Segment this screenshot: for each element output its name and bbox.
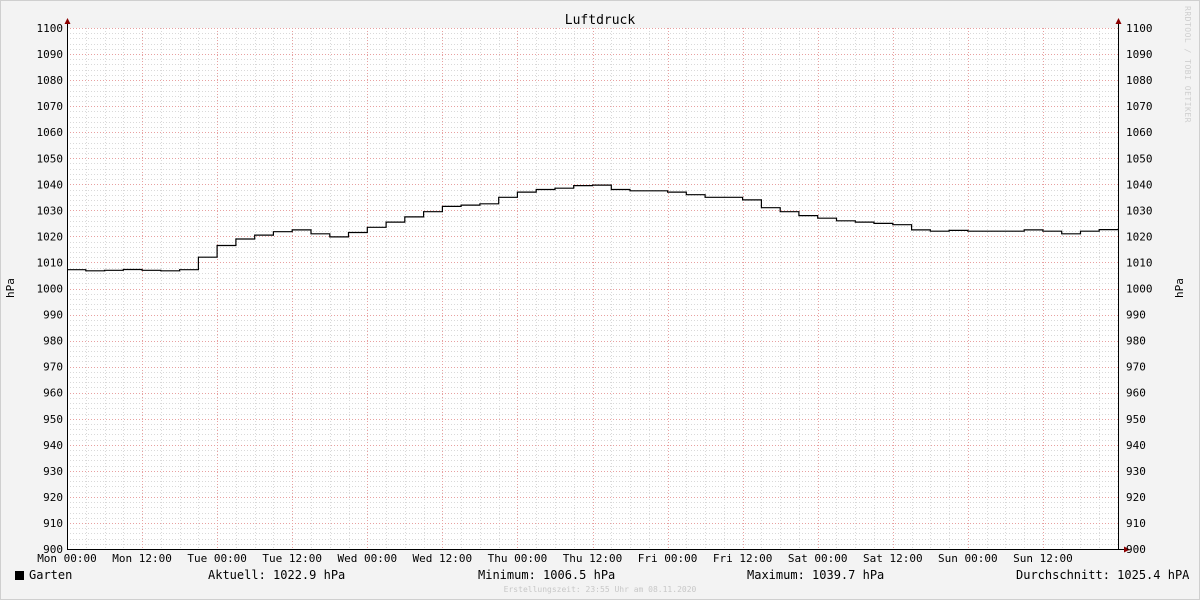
y-tick-label: 1070 bbox=[37, 100, 64, 113]
chart-title: Luftdruck bbox=[565, 13, 636, 28]
y-tick-label: 960 bbox=[43, 387, 63, 400]
y-tick-label: 920 bbox=[1126, 491, 1146, 504]
legend-series-name: Garten bbox=[29, 568, 73, 582]
y-tick-label: 990 bbox=[1126, 309, 1146, 322]
y-tick-label: 1040 bbox=[37, 178, 64, 191]
y-tick-label: 910 bbox=[43, 517, 63, 530]
x-tick-label: Sun 00:00 bbox=[938, 552, 998, 565]
x-tick-label: Tue 12:00 bbox=[262, 552, 322, 565]
y-tick-label: 990 bbox=[43, 309, 63, 322]
y-tick-label: 1040 bbox=[1126, 178, 1153, 191]
y-tick-label: 1080 bbox=[1126, 74, 1153, 87]
y-tick-label: 1030 bbox=[1126, 204, 1153, 217]
y-tick-label: 940 bbox=[43, 439, 63, 452]
y-tick-label: 930 bbox=[43, 465, 63, 478]
legend-series: Garten bbox=[15, 568, 72, 582]
y-tick-label: 1010 bbox=[1126, 256, 1153, 269]
x-tick-label: Sun 12:00 bbox=[1013, 552, 1073, 565]
y-tick-label: 1050 bbox=[37, 152, 64, 165]
y-tick-label: 1050 bbox=[1126, 152, 1153, 165]
y-tick-label: 930 bbox=[1126, 465, 1146, 478]
legend-minimum: Minimum: 1006.5 hPa bbox=[478, 568, 616, 582]
y-tick-label: 940 bbox=[1126, 439, 1146, 452]
legend-swatch bbox=[15, 571, 24, 580]
y-tick-label: 1100 bbox=[1126, 22, 1153, 35]
y-tick-label: 960 bbox=[1126, 387, 1146, 400]
x-tick-label: Sat 00:00 bbox=[788, 552, 848, 565]
y-tick-label: 950 bbox=[1126, 413, 1146, 426]
y-tick-label: 1010 bbox=[37, 256, 64, 269]
creation-time-footer: Erstellungszeit: 23:55 Uhr am 08.11.2020 bbox=[503, 585, 697, 594]
x-tick-label: Mon 00:00 bbox=[37, 552, 97, 565]
legend-maximum: Maximum: 1039.7 hPa bbox=[747, 568, 885, 582]
rrdtool-watermark: RRDTOOL / TOBI OETIKER bbox=[1183, 6, 1192, 123]
x-tick-label: Thu 12:00 bbox=[563, 552, 623, 565]
legend-current: Aktuell: 1022.9 hPa bbox=[208, 568, 346, 582]
y-tick-label: 910 bbox=[1126, 517, 1146, 530]
x-tick-label: Wed 00:00 bbox=[337, 552, 397, 565]
y-axis-label-left: hPa bbox=[4, 278, 17, 298]
x-tick-label: Fri 12:00 bbox=[713, 552, 773, 565]
y-tick-label: 1020 bbox=[1126, 230, 1153, 243]
y-tick-label: 980 bbox=[43, 335, 63, 348]
y-tick-label: 1030 bbox=[37, 204, 64, 217]
y-tick-label: 1090 bbox=[37, 48, 64, 61]
y-tick-label: 970 bbox=[1126, 361, 1146, 374]
y-tick-label: 1000 bbox=[1126, 283, 1153, 296]
y-tick-label: 1060 bbox=[37, 126, 64, 139]
y-tick-label: 920 bbox=[43, 491, 63, 504]
y-tick-label: 1020 bbox=[37, 230, 64, 243]
y-tick-label: 1090 bbox=[1126, 48, 1153, 61]
y-tick-label: 950 bbox=[43, 413, 63, 426]
y-tick-label: 1060 bbox=[1126, 126, 1153, 139]
y-tick-label: 1070 bbox=[1126, 100, 1153, 113]
pressure-chart: 900 910 920 930 940 950 960 970 980 990 1000 1010 10… bbox=[0, 0, 1200, 600]
x-tick-label: Thu 00:00 bbox=[488, 552, 548, 565]
x-tick-label: Mon 12:00 bbox=[112, 552, 172, 565]
y-axis-label-right: hPa bbox=[1173, 278, 1186, 298]
y-tick-label: 1000 bbox=[37, 283, 64, 296]
x-tick-label: Fri 00:00 bbox=[638, 552, 698, 565]
x-tick-label: Sat 12:00 bbox=[863, 552, 923, 565]
legend-average: Durchschnitt: 1025.4 hPA bbox=[1016, 568, 1190, 582]
y-tick-label: 900 bbox=[1126, 543, 1146, 556]
chart-window: 900 910 920 930 940 950 960 970 980 990 1000 1010 10… bbox=[0, 0, 1200, 600]
y-tick-label: 1080 bbox=[37, 74, 64, 87]
x-tick-label: Wed 12:00 bbox=[413, 552, 473, 565]
y-tick-label: 970 bbox=[43, 361, 63, 374]
y-tick-label: 1100 bbox=[37, 22, 64, 35]
x-tick-label: Tue 00:00 bbox=[187, 552, 247, 565]
y-tick-label: 980 bbox=[1126, 335, 1146, 348]
